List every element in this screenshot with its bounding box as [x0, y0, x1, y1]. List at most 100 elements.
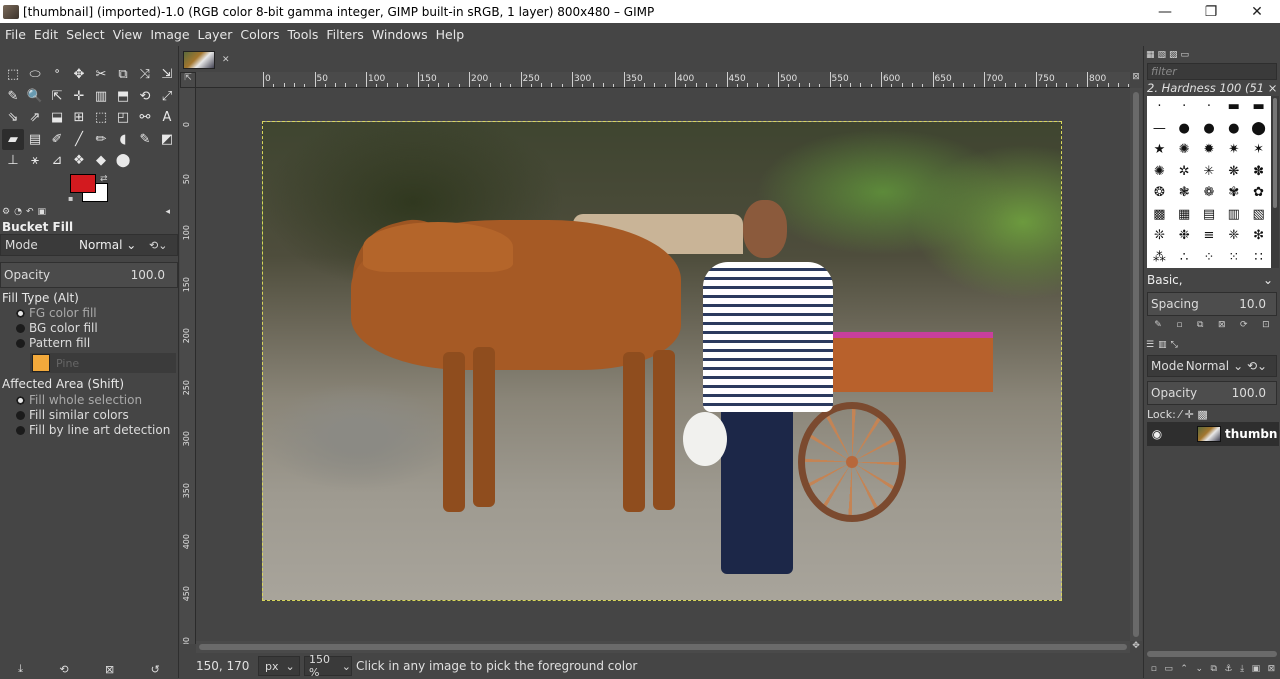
mode-select[interactable]: Normal ⌄ [79, 238, 145, 252]
brush-item[interactable]: · [1197, 96, 1222, 118]
menu-file[interactable]: File [2, 27, 29, 42]
lock-position-icon[interactable]: ✛ [1185, 408, 1194, 421]
fonts-tab-icon[interactable]: ▨ [1169, 50, 1178, 60]
duplicate-layer-icon[interactable]: ⧉ [1211, 664, 1217, 674]
lower-layer-icon[interactable]: ⌄ [1195, 664, 1203, 674]
brush-item[interactable]: — [1147, 118, 1172, 140]
brush-item[interactable]: ≡ [1197, 225, 1222, 247]
channels-tab-icon[interactable]: ▥ [1158, 340, 1167, 350]
maximize-button[interactable]: ❐ [1188, 0, 1234, 23]
brush-item[interactable]: ❁ [1197, 182, 1222, 204]
restore-options-icon[interactable]: ⟲ [59, 663, 68, 676]
brush-item[interactable]: ▥ [1221, 204, 1246, 226]
rect-select-tool-icon[interactable]: ⬚ [2, 64, 24, 85]
brush-set-select[interactable]: Basic, ⌄ [1147, 271, 1277, 289]
menu-colors[interactable]: Colors [237, 27, 282, 42]
brush-item[interactable]: ❉ [1172, 225, 1197, 247]
menu-select[interactable]: Select [63, 27, 108, 42]
3d-transform-tool-icon[interactable]: ⊞ [68, 107, 90, 128]
image-canvas[interactable] [196, 89, 1130, 641]
horizontal-scrollbar[interactable] [196, 641, 1130, 653]
brushes-tab-icon[interactable]: ▦ [1146, 50, 1155, 60]
brush-item[interactable]: ❇ [1246, 225, 1271, 247]
brush-item[interactable]: ✷ [1221, 139, 1246, 161]
image-tab[interactable]: ✕ [183, 49, 233, 70]
brush-item[interactable]: ❊ [1147, 225, 1172, 247]
edit-brush-icon[interactable]: ✎ [1154, 320, 1162, 334]
reset-options-icon[interactable]: ↺ [151, 663, 160, 676]
perspective-tool-icon[interactable]: ⬓ [46, 107, 68, 128]
minimize-button[interactable]: — [1142, 0, 1188, 23]
brush-item[interactable]: ▧ [1246, 204, 1271, 226]
brush-item[interactable]: ✶ [1246, 139, 1271, 161]
menu-filters[interactable]: Filters [323, 27, 366, 42]
brush-item[interactable]: ✿ [1246, 182, 1271, 204]
ruler-corner-icon[interactable]: ⇱ [180, 72, 196, 88]
pencil-tool-icon[interactable]: ╱ [68, 129, 90, 150]
delete-options-icon[interactable]: ⊠ [105, 663, 114, 676]
navigate-icon[interactable]: ✥ [1130, 641, 1142, 653]
brush-item[interactable]: ∷ [1246, 247, 1271, 269]
layers-tab-icon[interactable]: ☰ [1146, 340, 1154, 350]
fill-line-art-radio[interactable]: Fill by line art detection [16, 423, 170, 437]
mypaint-brush-tool-icon[interactable]: ◩ [156, 129, 178, 150]
reset-colors-icon[interactable]: ▪ [68, 194, 73, 203]
unified-transform-tool-icon[interactable]: ⬚ [90, 107, 112, 128]
paintbrush-tool-icon[interactable]: ✐ [46, 129, 68, 150]
fill-whole-selection-radio[interactable]: Fill whole selection [16, 393, 142, 407]
raise-layer-icon[interactable]: ⌃ [1180, 664, 1188, 674]
brush-item[interactable]: ⁘ [1197, 247, 1222, 269]
undo-history-tab-icon[interactable]: ↶ [26, 207, 34, 217]
new-brush-icon[interactable]: ▫ [1176, 320, 1182, 334]
images-tab-icon[interactable]: ▣ [37, 207, 46, 217]
mode-reset-icon[interactable]: ⟲⌄ [149, 239, 167, 252]
paths-tab-icon[interactable]: ⤡ [1171, 340, 1178, 350]
menu-tools[interactable]: Tools [285, 27, 322, 42]
paths-tool-icon[interactable]: ⤨ [134, 64, 156, 85]
airbrush-tool-icon[interactable]: ◖ [112, 129, 134, 150]
brush-item[interactable]: ▦ [1172, 204, 1197, 226]
opacity-slider[interactable]: Opacity 100.0 [0, 262, 178, 288]
unit-select[interactable]: px ⌄ [258, 656, 300, 676]
ellipse-select-tool-icon[interactable]: ⬭ [24, 64, 46, 85]
brush-item[interactable]: ✽ [1246, 161, 1271, 183]
new-layer-icon[interactable]: ▫ [1151, 664, 1157, 674]
brush-item[interactable]: · [1172, 96, 1197, 118]
shear-tool-icon[interactable]: ⇘ [2, 107, 24, 128]
scissors-tool-icon[interactable]: ✂ [90, 64, 112, 85]
document-history-tab-icon[interactable]: ▭ [1181, 50, 1190, 60]
brush-item[interactable]: ❈ [1221, 225, 1246, 247]
brush-item[interactable]: ✺ [1172, 139, 1197, 161]
menu-image[interactable]: Image [147, 27, 192, 42]
brush-item[interactable]: ★ [1147, 139, 1172, 161]
gradient-tool-icon[interactable]: ▤ [24, 129, 46, 150]
brush-item[interactable]: ▤ [1197, 204, 1222, 226]
close-button[interactable]: ✕ [1234, 0, 1280, 23]
anchor-layer-icon[interactable]: ⚓ [1224, 664, 1232, 674]
perspective-clone-tool-icon[interactable]: ⊿ [46, 150, 68, 171]
delete-layer-icon[interactable]: ⊠ [1268, 664, 1276, 674]
merge-layer-icon[interactable]: ⤓ [1240, 664, 1244, 674]
brush-item[interactable]: ❃ [1172, 182, 1197, 204]
bucket-fill-tool-icon[interactable]: ▰ [2, 128, 24, 150]
brush-filter-input[interactable]: filter [1147, 63, 1277, 80]
fg-color-fill-radio[interactable]: FG color fill [16, 306, 97, 320]
delete-brush-icon[interactable]: ⊠ [1218, 320, 1226, 334]
brush-item[interactable]: ∴ [1172, 247, 1197, 269]
fuzzy-select-tool-icon[interactable]: ✥ [68, 64, 90, 85]
brush-item[interactable]: ✾ [1221, 182, 1246, 204]
zoom-on-resize-icon[interactable]: ⊠ [1130, 72, 1142, 88]
ink-tool-icon[interactable]: ✎ [134, 129, 156, 150]
scroll-thumb[interactable] [1133, 92, 1139, 637]
menu-help[interactable]: Help [433, 27, 468, 42]
dodge-burn-tool-icon[interactable]: ⬤ [112, 150, 134, 171]
layer-row[interactable]: ◉ thumbnail [1147, 422, 1279, 446]
align-tool-icon[interactable]: ▥ [90, 86, 112, 107]
visibility-eye-icon[interactable]: ◉ [1147, 427, 1167, 441]
brush-item[interactable]: ❂ [1147, 182, 1172, 204]
zoom-tool-icon[interactable]: 🔍 [24, 86, 46, 107]
zoom-select[interactable]: 150 % ⌄ [304, 653, 352, 679]
move-tool-icon[interactable]: ✛ [68, 86, 90, 107]
open-brush-icon[interactable]: ⊡ [1262, 320, 1270, 334]
brush-item[interactable]: ● [1221, 118, 1246, 140]
